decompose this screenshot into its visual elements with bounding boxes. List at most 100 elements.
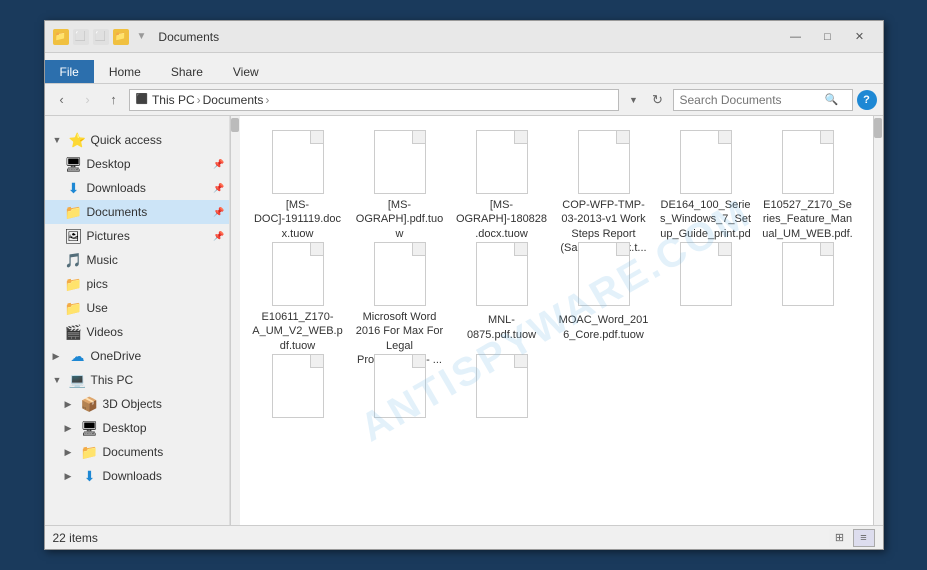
file-item[interactable] xyxy=(758,236,858,346)
address-bar: ‹ › ↑ ⬛ This PC › Documents › ▼ ↻ 🔍 ? xyxy=(45,84,883,116)
file-icon xyxy=(268,130,328,194)
sidebar-quickaccess-header[interactable]: ▼ ⭐ Quick access xyxy=(45,128,229,152)
back-button[interactable]: ‹ xyxy=(51,89,73,111)
file-item[interactable] xyxy=(350,348,450,458)
sidebar-quickaccess-label: Quick access xyxy=(91,133,229,147)
onedrive-icon: ☁ xyxy=(69,348,87,365)
path-separator-1: › xyxy=(197,93,201,107)
file-item[interactable]: [MS-OGRAPH].pdf.tuow xyxy=(350,124,450,234)
documents-folder-icon: 📁 xyxy=(65,204,83,221)
sidebar-onedrive-label: OneDrive xyxy=(91,349,229,363)
file-name: MNL-0875.pdf.tuow xyxy=(456,313,548,342)
chevron-thispc-downloads: ▶ xyxy=(65,471,77,482)
videos-icon: 🎬 xyxy=(65,324,83,341)
file-item[interactable]: [MS-DOC]-191119.docx.tuow xyxy=(248,124,348,234)
desktop-icon: 🖥 xyxy=(65,156,83,173)
expand-path-button[interactable]: ▼ xyxy=(623,89,645,111)
grid-view-button[interactable]: ⊞ xyxy=(829,529,851,547)
list-view-button[interactable]: ≡ xyxy=(853,529,875,547)
sidebar-documents-label: Documents xyxy=(87,205,210,219)
pin-icon-downloads: 📌 xyxy=(213,183,224,194)
title-bar-icons: 📁 ⬜ ⬜ 📁 ▼ xyxy=(53,29,151,45)
tab-view[interactable]: View xyxy=(218,60,274,83)
search-icon[interactable]: 🔍 xyxy=(825,93,839,106)
sidebar-item-downloads[interactable]: ⬇ Downloads 📌 xyxy=(45,176,229,200)
quick-access-2: ⬜ xyxy=(93,29,109,45)
maximize-button[interactable]: □ xyxy=(813,27,843,47)
tab-share[interactable]: Share xyxy=(156,60,218,83)
close-button[interactable]: ✕ xyxy=(845,27,875,47)
chevron-thispc: ▼ xyxy=(53,375,65,385)
file-page xyxy=(782,130,834,194)
file-item[interactable]: [MS-OGRAPH]-180828.docx.tuow xyxy=(452,124,552,234)
pics-folder-icon: 📁 xyxy=(65,276,83,293)
window-title: Documents xyxy=(158,30,780,44)
help-button[interactable]: ? xyxy=(857,90,877,110)
sidebar-item-documents[interactable]: 📁 Documents 📌 xyxy=(45,200,229,224)
sidebar-item-use[interactable]: 📁 Use xyxy=(45,296,229,320)
minimize-button[interactable]: — xyxy=(781,27,811,47)
sidebar-pictures-label: Pictures xyxy=(87,229,210,243)
search-input[interactable] xyxy=(680,93,825,107)
file-item[interactable]: E10611_Z170-A_UM_V2_WEB.pdf.tuow xyxy=(248,236,348,346)
tab-home[interactable]: Home xyxy=(94,60,156,83)
sidebar-item-music[interactable]: 🎵 Music xyxy=(45,248,229,272)
sidebar-item-videos[interactable]: 🎬 Videos xyxy=(45,320,229,344)
file-name: [MS-DOC]-191119.docx.tuow xyxy=(252,198,344,241)
sidebar-thispc-desktop-label: Desktop xyxy=(103,421,229,435)
file-page xyxy=(272,242,324,306)
file-item[interactable]: Microsoft Word 2016 For Max For Legal Pr… xyxy=(350,236,450,346)
file-page xyxy=(374,242,426,306)
pin-icon-pictures: 📌 xyxy=(213,231,224,242)
chevron-3dobjects: ▶ xyxy=(65,399,77,410)
file-icon xyxy=(370,130,430,194)
breadcrumb-documents[interactable]: Documents xyxy=(203,93,264,107)
breadcrumb-thispc[interactable]: This PC xyxy=(152,93,195,107)
file-item[interactable]: DE164_100_Series_Windows_7_Setup_Guide_p… xyxy=(656,124,756,234)
quick-access-1: ⬜ xyxy=(73,29,89,45)
up-button[interactable]: ↑ xyxy=(103,89,125,111)
breadcrumb-arrow: ⬛ xyxy=(136,94,148,105)
file-icon xyxy=(370,242,430,306)
search-box[interactable]: 🔍 xyxy=(673,89,853,111)
sidebar-thispc[interactable]: ▼ 💻 This PC xyxy=(45,368,229,392)
forward-button[interactable]: › xyxy=(77,89,99,111)
address-path[interactable]: ⬛ This PC › Documents › xyxy=(129,89,619,111)
sidebar-thispc-downloads[interactable]: ▶ ⬇ Downloads xyxy=(45,464,229,488)
sidebar-3dobjects[interactable]: ▶ 📦 3D Objects xyxy=(45,392,229,416)
sidebar-scrollbar[interactable] xyxy=(230,116,240,525)
sidebar-thispc-documents[interactable]: ▶ 📁 Documents xyxy=(45,440,229,464)
sidebar-item-desktop[interactable]: 🖥 Desktop 📌 xyxy=(45,152,229,176)
pin-icon-desktop: 📌 xyxy=(213,159,224,170)
file-page xyxy=(272,354,324,418)
file-area-wrapper: ANTISPYWARE.COM [MS-DOC]-191119.docx.tuo… xyxy=(230,116,883,525)
sidebar-onedrive[interactable]: ▶ ☁ OneDrive xyxy=(45,344,229,368)
file-item[interactable]: MNL-0875.pdf.tuow xyxy=(452,236,552,346)
file-item[interactable]: E10527_Z170_Series_Feature_Manual_UM_WEB… xyxy=(758,124,858,234)
file-icon xyxy=(268,242,328,306)
status-bar: 22 items ⊞ ≡ xyxy=(45,525,883,549)
sidebar-item-pictures[interactable]: 🖼 Pictures 📌 xyxy=(45,224,229,248)
file-page xyxy=(578,242,630,306)
file-name: E10611_Z170-A_UM_V2_WEB.pdf.tuow xyxy=(252,310,344,353)
sidebar-thispc-desktop[interactable]: ▶ 🖥 Desktop xyxy=(45,416,229,440)
sidebar-desktop-label: Desktop xyxy=(87,157,210,171)
refresh-button[interactable]: ↻ xyxy=(647,89,669,111)
file-icon xyxy=(574,242,634,309)
file-page xyxy=(680,130,732,194)
file-scrollbar[interactable] xyxy=(873,116,883,525)
chevron-onedrive: ▶ xyxy=(53,351,65,362)
sidebar-videos-label: Videos xyxy=(87,325,229,339)
file-item[interactable] xyxy=(248,348,348,458)
sidebar-item-pics[interactable]: 📁 pics xyxy=(45,272,229,296)
file-item[interactable]: COP-WFP-TMP-03-2013-v1 Work Steps Report… xyxy=(554,124,654,234)
file-item[interactable]: MOAC_Word_2016_Core.pdf.tuow xyxy=(554,236,654,346)
tab-file[interactable]: File xyxy=(45,60,94,83)
pin-icon-documents: 📌 xyxy=(213,207,224,218)
file-page xyxy=(782,242,834,306)
main-content: ▼ ⭐ Quick access 🖥 Desktop 📌 ⬇ Downloads… xyxy=(45,116,883,525)
chevron-thispc-documents: ▶ xyxy=(65,447,77,458)
file-item[interactable] xyxy=(452,348,552,458)
file-item[interactable] xyxy=(656,236,756,346)
file-icon xyxy=(574,130,634,194)
